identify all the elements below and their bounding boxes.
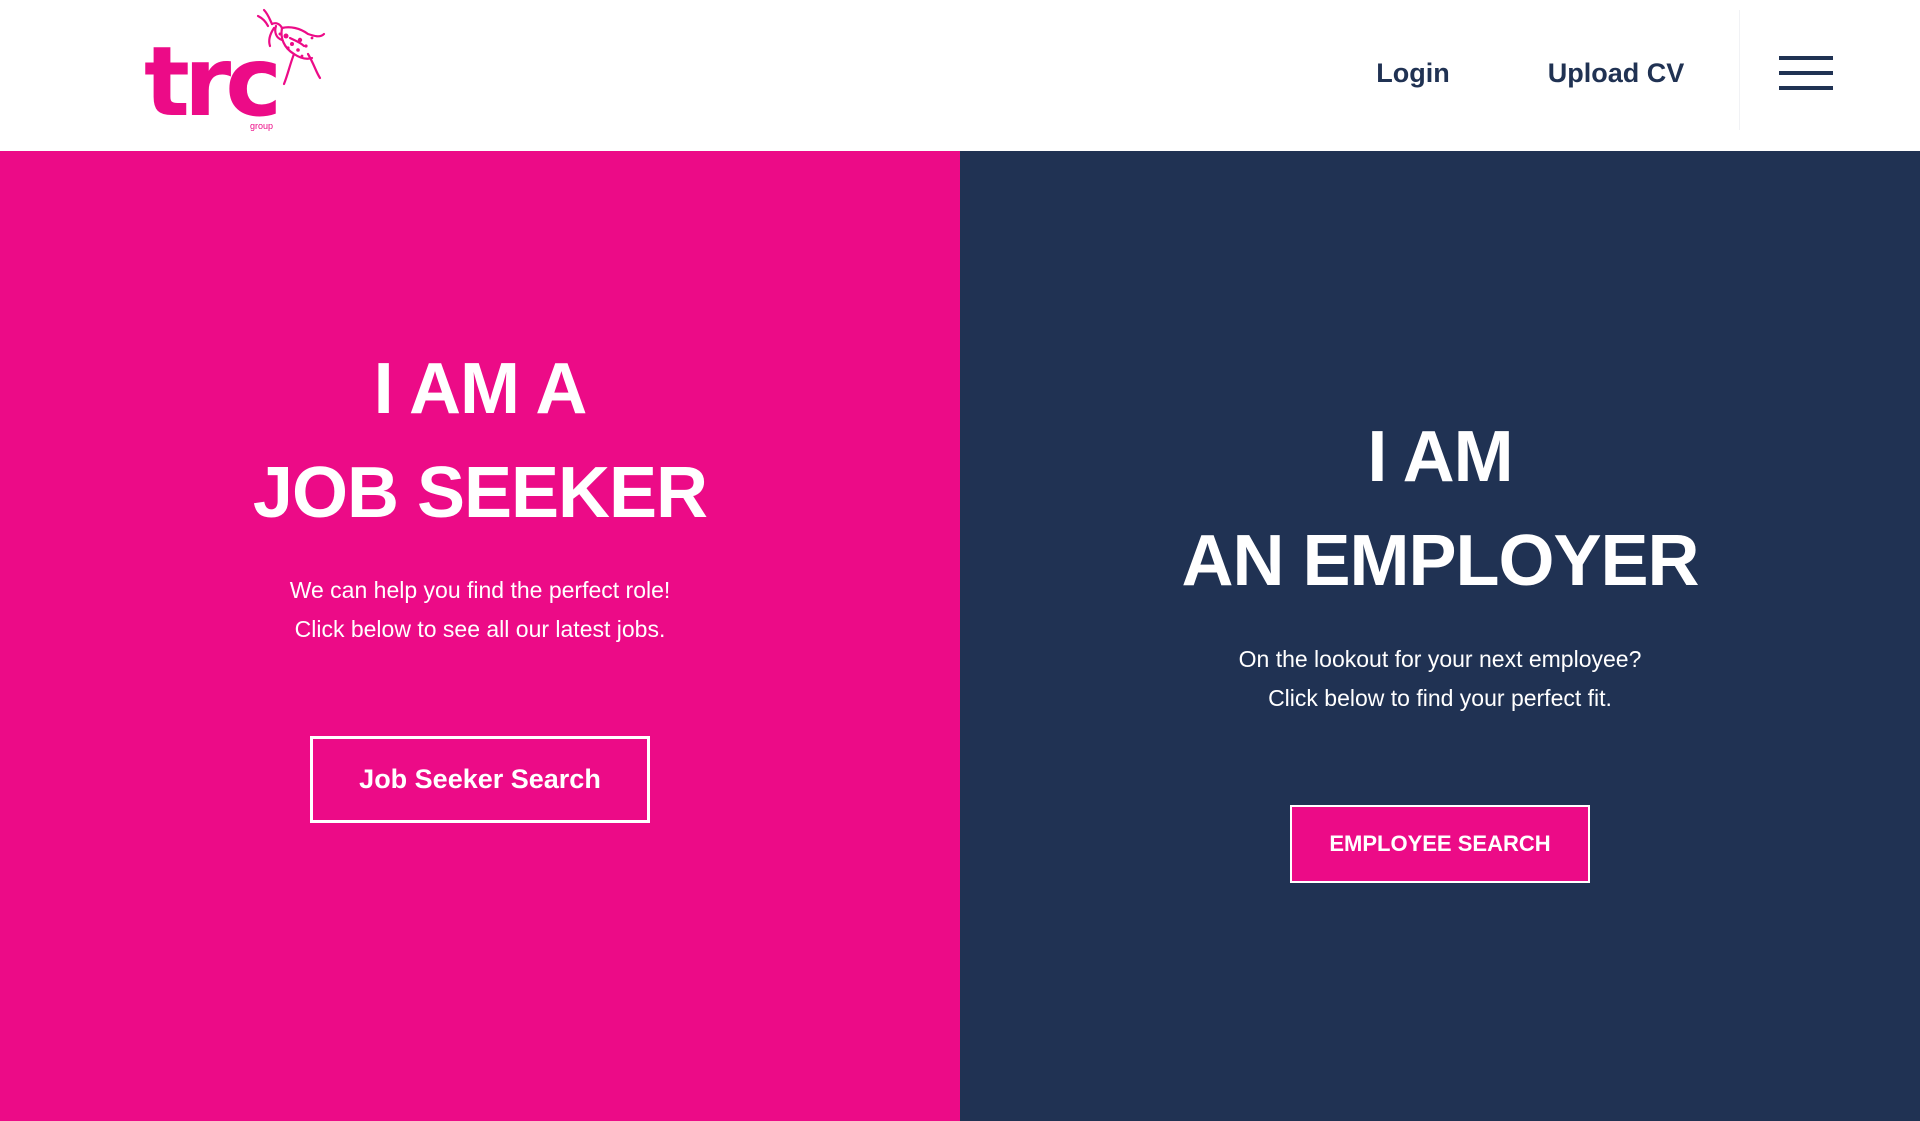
login-link[interactable]: Login <box>1338 46 1488 100</box>
logo-wordmark: trc <box>144 26 282 138</box>
trc-logo[interactable]: trc group <box>140 8 330 136</box>
logo-subtext: group <box>250 121 274 131</box>
employer-description: On the lookout for your next employee? C… <box>960 640 1920 718</box>
job-seeker-search-button[interactable]: Job Seeker Search <box>310 736 650 823</box>
hamburger-bar <box>1779 86 1833 90</box>
employer-text-line2: Click below to find your perfect fit. <box>1268 685 1612 711</box>
employer-panel: I AM AN EMPLOYER On the lookout for your… <box>960 151 1920 1121</box>
employer-heading: I AM AN EMPLOYER <box>960 405 1920 613</box>
employer-heading-line1: I AM <box>1367 417 1513 497</box>
employer-text-line1: On the lookout for your next employee? <box>1238 646 1642 672</box>
employer-heading-line2: AN EMPLOYER <box>1181 521 1699 601</box>
site-header: trc group Login Upload CV <box>0 0 1920 151</box>
employee-search-button[interactable]: EMPLOYEE SEARCH <box>1290 805 1590 883</box>
job-seeker-text-line1: We can help you find the perfect role! <box>289 577 671 603</box>
job-seeker-heading: I AM A JOB SEEKER <box>0 337 960 545</box>
upload-cv-link[interactable]: Upload CV <box>1516 46 1716 100</box>
job-seeker-heading-line2: JOB SEEKER <box>252 453 708 533</box>
job-seeker-heading-line1: I AM A <box>373 349 588 429</box>
hamburger-bar <box>1779 56 1833 60</box>
job-seeker-panel: I AM A JOB SEEKER We can help you find t… <box>0 151 960 1121</box>
nav-divider <box>1739 10 1740 130</box>
job-seeker-description: We can help you find the perfect role! C… <box>0 571 960 649</box>
hamburger-menu-icon[interactable] <box>1764 46 1848 100</box>
job-seeker-text-line2: Click below to see all our latest jobs. <box>294 616 666 642</box>
hamburger-bar <box>1779 71 1833 75</box>
